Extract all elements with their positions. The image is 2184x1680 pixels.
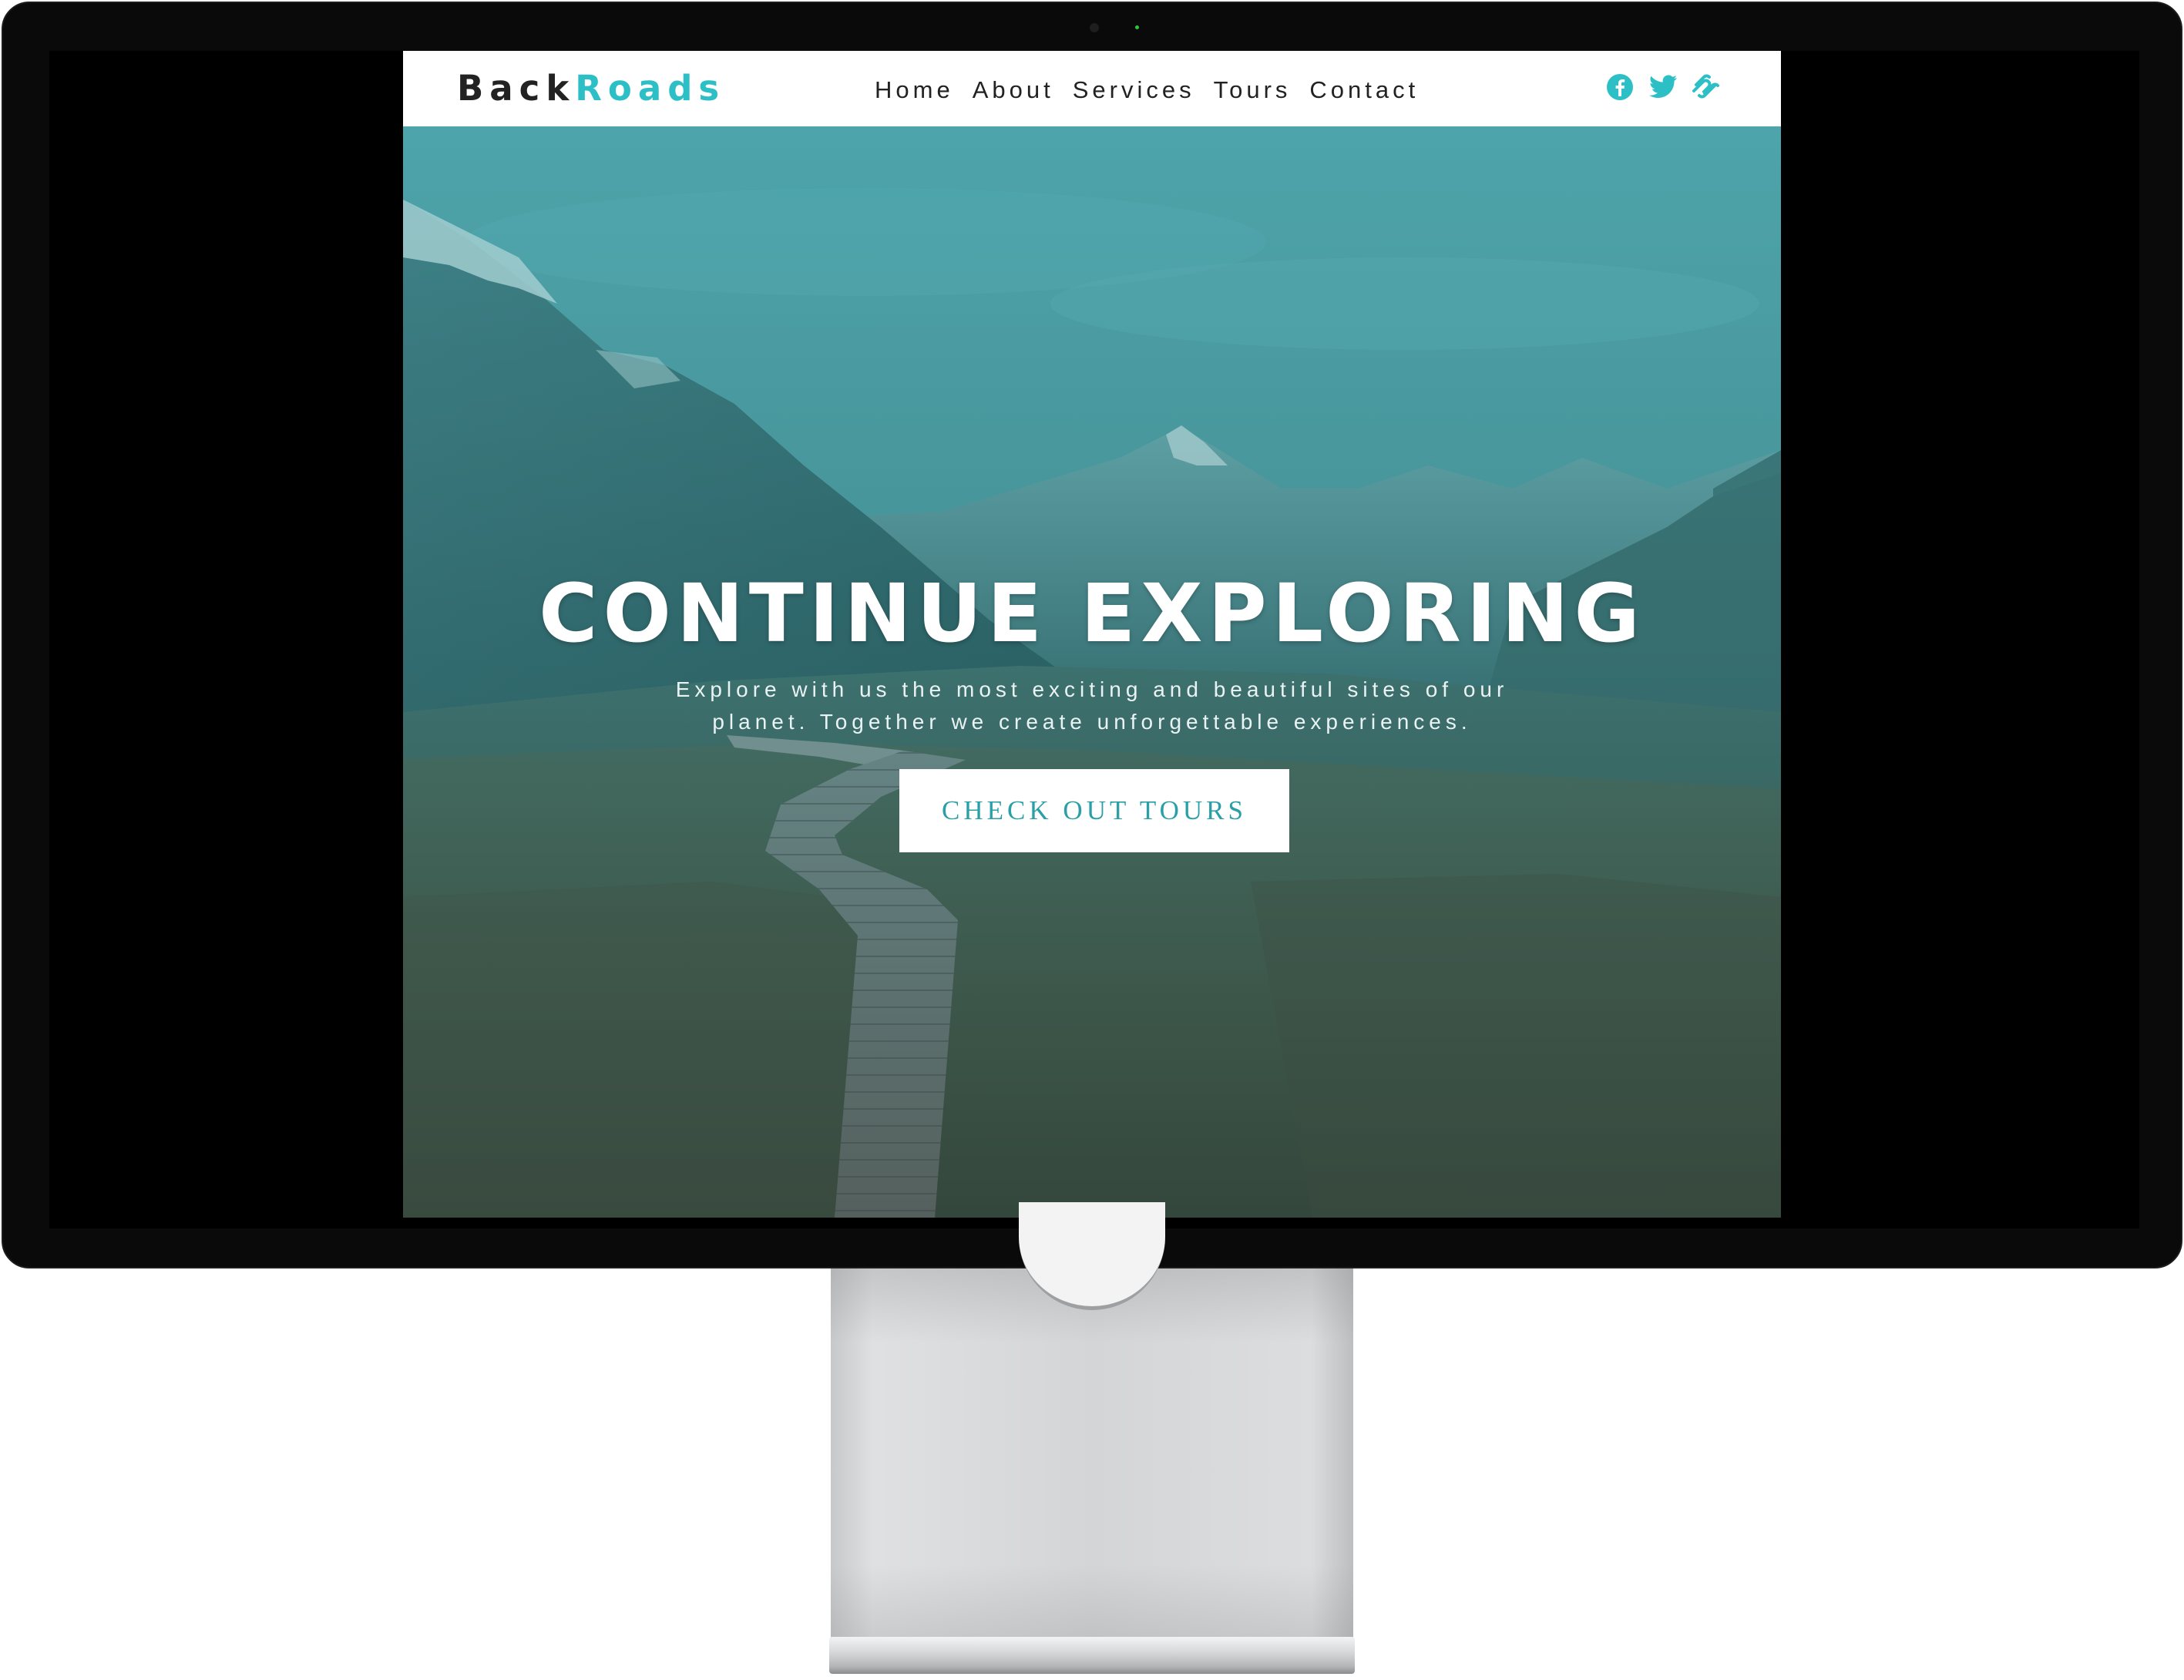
navbar: BackRoads Home About Services Tours Cont… <box>403 51 1781 126</box>
hero-overlay <box>403 126 1781 1218</box>
monitor-stand-shade <box>831 1268 1353 1638</box>
hero-title: CONTINUE EXPLORING <box>539 566 1645 660</box>
nav-link-tours[interactable]: Tours <box>1214 76 1292 104</box>
nav-link-contact[interactable]: Contact <box>1309 76 1419 104</box>
power-led-icon <box>1135 25 1139 29</box>
logo-part-back: Back <box>457 68 576 109</box>
monitor-stand-foot <box>829 1637 1355 1674</box>
squarespace-icon[interactable] <box>1692 72 1721 102</box>
website-viewport: BackRoads Home About Services Tours Cont… <box>403 51 1781 1218</box>
nav-link-about[interactable]: About <box>973 76 1054 104</box>
facebook-icon[interactable] <box>1605 72 1635 102</box>
twitter-icon[interactable] <box>1648 72 1678 102</box>
hero-description: Explore with us the most exciting and be… <box>675 677 1509 734</box>
nav-link-services[interactable]: Services <box>1073 76 1195 104</box>
social-icons <box>1605 69 1721 105</box>
logo-part-roads: Roads <box>575 68 726 109</box>
nav-link-home[interactable]: Home <box>875 76 954 104</box>
camera-icon <box>1090 23 1099 32</box>
nav-links: Home About Services Tours Contact <box>875 68 1419 113</box>
check-out-tours-button[interactable]: CHECK OUT TOURS <box>899 769 1289 852</box>
logo[interactable]: BackRoads <box>457 62 725 116</box>
hero-section: CONTINUE EXPLORING Explore with us the m… <box>403 126 1781 1218</box>
